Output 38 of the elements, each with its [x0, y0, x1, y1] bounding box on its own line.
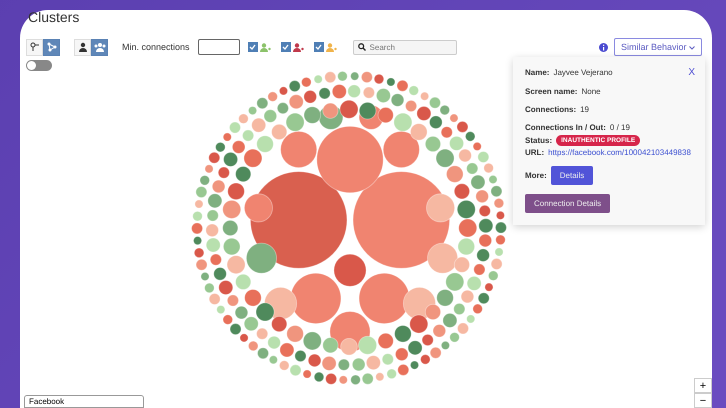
zoom-in-button[interactable]: +	[694, 378, 712, 393]
behavior-dropdown[interactable]: Similar Behavior	[614, 38, 702, 56]
field-label: Connections:	[525, 105, 576, 114]
person-button[interactable]	[74, 38, 91, 56]
field-label: Screen name:	[525, 87, 578, 96]
platform-select[interactable]: Facebook	[24, 395, 144, 408]
checkbox[interactable]	[248, 42, 258, 52]
zoom-out-button[interactable]: −	[694, 393, 712, 408]
search-icon	[358, 43, 366, 51]
person-icon	[78, 42, 86, 52]
profile-link[interactable]: https://facebook.com/100042103449838	[548, 148, 691, 157]
field-label: Status:	[525, 136, 552, 145]
network-icon	[46, 42, 56, 52]
field-label: Name:	[525, 68, 550, 77]
field-value: 19	[580, 105, 590, 114]
close-button[interactable]: X	[688, 67, 695, 78]
search-field[interactable]: Search	[352, 40, 457, 54]
field-label: URL:	[525, 148, 544, 157]
connection-details-button[interactable]: Connection Details	[525, 194, 610, 213]
field-value: 0 / 19	[610, 123, 630, 132]
people-icon	[94, 42, 106, 52]
graph-view-button[interactable]	[26, 38, 43, 56]
checkbox[interactable]	[280, 42, 291, 52]
field-label: More:	[525, 171, 547, 180]
min-connections-label: Min. connections	[122, 42, 190, 52]
details-button[interactable]: Details	[550, 166, 594, 185]
field-label: Connections In / Out:	[525, 123, 606, 132]
field-value: Jayvee Vejerano	[553, 68, 613, 77]
node-link-icon	[30, 42, 40, 52]
toggle-switch[interactable]	[26, 60, 52, 71]
info-icon[interactable]	[598, 42, 608, 52]
checkbox[interactable]	[314, 42, 324, 52]
caret-icon	[689, 46, 695, 50]
page-title: Clusters	[28, 10, 80, 27]
field-value: None	[581, 87, 601, 96]
cluster-view-button[interactable]	[43, 38, 60, 56]
group-button[interactable]	[91, 38, 108, 56]
min-connections-field[interactable]	[198, 39, 240, 55]
